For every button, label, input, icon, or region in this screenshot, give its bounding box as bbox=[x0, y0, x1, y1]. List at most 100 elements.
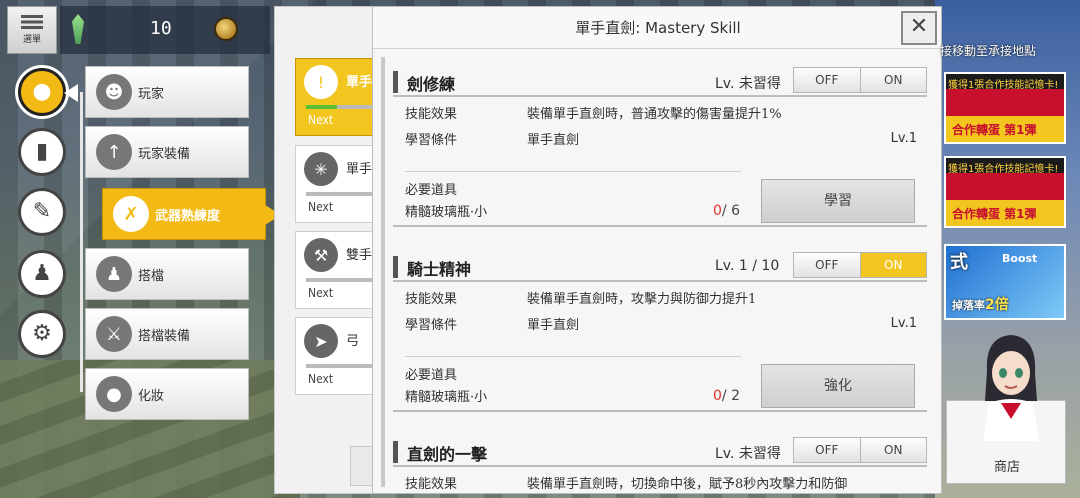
effect-label: 技能效果 bbox=[405, 107, 458, 122]
shop-button[interactable]: 商店 bbox=[946, 335, 1066, 484]
people-icon: ♟ bbox=[32, 261, 52, 286]
weapon-next-label: Next bbox=[308, 113, 334, 127]
submenu-partner[interactable]: ♟ 搭檔 bbox=[85, 248, 249, 300]
condition-text: 單手直劍 bbox=[527, 133, 580, 148]
nav-friends-button[interactable]: ♟ bbox=[18, 250, 66, 298]
skill-name: 騎士精神 bbox=[407, 260, 472, 279]
item-owned: 0 bbox=[713, 203, 722, 219]
collab-gacha-banner[interactable]: 獲得1張合作技能記憶卡! 合作轉蛋 第1彈 bbox=[944, 156, 1066, 228]
weapon-card-axe[interactable]: ⚒ 雙手 Next bbox=[295, 231, 384, 309]
skill-toggle: OFF ON bbox=[793, 252, 927, 278]
skill-header: 直劍的一擊 Lv. 未習得 OFF ON bbox=[393, 437, 927, 467]
required-item-quantity: 0/ 6 bbox=[713, 203, 740, 219]
item-needed: / 6 bbox=[721, 203, 740, 219]
coin-icon bbox=[214, 17, 238, 41]
skill-name: 直劍的一擊 bbox=[407, 445, 488, 464]
toggle-on-button[interactable]: ON bbox=[859, 253, 926, 277]
learn-button[interactable]: 學習 bbox=[761, 179, 915, 223]
condition-text: 單手直劍 bbox=[527, 318, 580, 333]
crossed-swords-icon: ✗ bbox=[113, 196, 149, 232]
condition-level: Lv.1 bbox=[890, 131, 917, 146]
condition-label: 學習條件 bbox=[405, 133, 458, 148]
skill-header: 騎士精神 Lv. 1 / 10 OFF ON bbox=[393, 252, 927, 282]
submenu-player-equipment[interactable]: ↑ 玩家裝備 bbox=[85, 126, 249, 178]
close-button[interactable]: ✕ bbox=[901, 11, 937, 45]
skill-header-marker bbox=[393, 441, 398, 463]
quest-notice: 接移動至承接地點 bbox=[940, 44, 1037, 58]
required-label: 必要道具 bbox=[405, 183, 458, 198]
submenu-label: 武器熟練度 bbox=[155, 208, 221, 224]
skill-block-sword-training: 劍修練 Lv. 未習得 OFF ON 技能效果 裝備單手直劍時，普通攻擊的傷害量… bbox=[393, 67, 927, 227]
nav-quest-button[interactable]: ✎ bbox=[18, 188, 66, 236]
enhance-button[interactable]: 強化 bbox=[761, 364, 915, 408]
toggle-off-button[interactable]: OFF bbox=[794, 438, 860, 462]
shop-label: 商店 bbox=[993, 460, 1020, 475]
skill-header: 劍修練 Lv. 未習得 OFF ON bbox=[393, 67, 927, 97]
skill-divider bbox=[393, 225, 927, 227]
nav-settings-button[interactable]: ⚙ bbox=[18, 310, 66, 358]
skill-block-straight-sword-strike: 直劍的一擊 Lv. 未習得 OFF ON 技能效果 裝備單手直劍時，切換命中後，… bbox=[393, 437, 927, 492]
weapon-card-mace[interactable]: ✳ 單手 Next bbox=[295, 145, 384, 223]
skill-level: Lv. 未習得 bbox=[715, 76, 781, 92]
nav-divider bbox=[80, 92, 83, 392]
submenu-label: 化妝 bbox=[138, 388, 165, 404]
document-icon: ✎ bbox=[32, 199, 52, 224]
banner-top-text: 獲得1張合作技能記憶卡! bbox=[948, 164, 1059, 175]
bow-icon: ➤ bbox=[304, 324, 338, 358]
condition-level: Lv.1 bbox=[890, 316, 917, 331]
partner-icon: ♟ bbox=[96, 256, 132, 292]
item-needed: / 2 bbox=[721, 388, 740, 404]
submenu-label: 搭檔裝備 bbox=[138, 328, 191, 344]
weapon-card-bow[interactable]: ➤ 弓 Next bbox=[295, 317, 384, 395]
condition-label: 學習條件 bbox=[405, 318, 458, 333]
divider bbox=[405, 171, 741, 172]
collab-gacha-banner[interactable]: 獲得1張合作技能記憶卡! 合作轉蛋 第1彈 bbox=[944, 72, 1066, 144]
toggle-off-button[interactable]: OFF bbox=[794, 253, 860, 277]
submenu-player[interactable]: ☻ 玩家 bbox=[85, 66, 249, 118]
effect-text: 裝備單手直劍時，切換命中後，賦予8秒內攻擊力和防御 bbox=[527, 477, 848, 492]
mace-icon: ✳ bbox=[304, 152, 338, 186]
boost-value: 2倍 bbox=[985, 297, 1009, 313]
weapon-next-label: Next bbox=[308, 200, 334, 214]
drop-rate-boost-banner[interactable]: 式 Boost 掉落率2倍 bbox=[944, 244, 1066, 320]
gear-icon: ⚙ bbox=[32, 321, 52, 346]
crystal-count: 10 bbox=[150, 18, 172, 39]
item-owned: 0 bbox=[713, 388, 722, 404]
effect-label: 技能效果 bbox=[405, 292, 458, 307]
nav-bag-button[interactable]: ▮ bbox=[18, 128, 66, 176]
menu-button[interactable]: 選單 bbox=[7, 6, 57, 54]
required-label: 必要道具 bbox=[405, 368, 458, 383]
weapon-next-label: Next bbox=[308, 286, 334, 300]
submenu-partner-equipment[interactable]: ⚔ 搭檔裝備 bbox=[85, 308, 249, 360]
makeup-icon: ● bbox=[96, 376, 132, 412]
required-item-name: 精髓玻璃瓶·小 bbox=[405, 205, 488, 220]
skill-name: 劍修練 bbox=[407, 75, 456, 94]
skill-header-marker bbox=[393, 71, 398, 93]
toggle-off-button[interactable]: OFF bbox=[794, 68, 860, 92]
toggle-on-button[interactable]: ON bbox=[859, 438, 926, 462]
submenu-weapon-mastery[interactable]: ✗ 武器熟練度 bbox=[102, 188, 281, 240]
nav-pointer bbox=[64, 84, 78, 102]
banner-top-text: 獲得1張合作技能記憶卡! bbox=[948, 80, 1059, 91]
scrollbar[interactable] bbox=[381, 57, 385, 487]
submenu-makeup[interactable]: ● 化妝 bbox=[85, 368, 249, 420]
weapon-name: 弓 bbox=[346, 334, 360, 349]
boost-text: 掉落率2倍 bbox=[952, 294, 1009, 314]
skill-block-knight-spirit: 騎士精神 Lv. 1 / 10 OFF ON 技能效果 裝備單手直劍時，攻擊力與… bbox=[393, 252, 927, 412]
skill-level: Lv. 未習得 bbox=[715, 446, 781, 462]
toggle-on-button[interactable]: ON bbox=[859, 68, 926, 92]
skill-divider bbox=[393, 410, 927, 412]
weapon-card-one-hand-sword[interactable]: ! 單手 Next bbox=[295, 58, 384, 136]
required-item-quantity: 0/ 2 bbox=[713, 388, 740, 404]
skill-header-marker bbox=[393, 256, 398, 278]
skill-toggle: OFF ON bbox=[793, 437, 927, 463]
weapon-name: 雙手 bbox=[346, 248, 373, 263]
weapon-next-label: Next bbox=[308, 372, 334, 386]
banner-bottom-text: 合作轉蛋 第1彈 bbox=[952, 207, 1037, 221]
player-avatar-icon: ☻ bbox=[96, 74, 132, 110]
one-hand-sword-icon: ! bbox=[304, 65, 338, 99]
effect-text: 裝備單手直劍時，普通攻擊的傷害量提升1% bbox=[527, 107, 782, 122]
nav-player-button[interactable]: ● bbox=[18, 68, 66, 116]
required-item-name: 精髓玻璃瓶·小 bbox=[405, 390, 488, 405]
close-icon: ✕ bbox=[909, 14, 929, 39]
